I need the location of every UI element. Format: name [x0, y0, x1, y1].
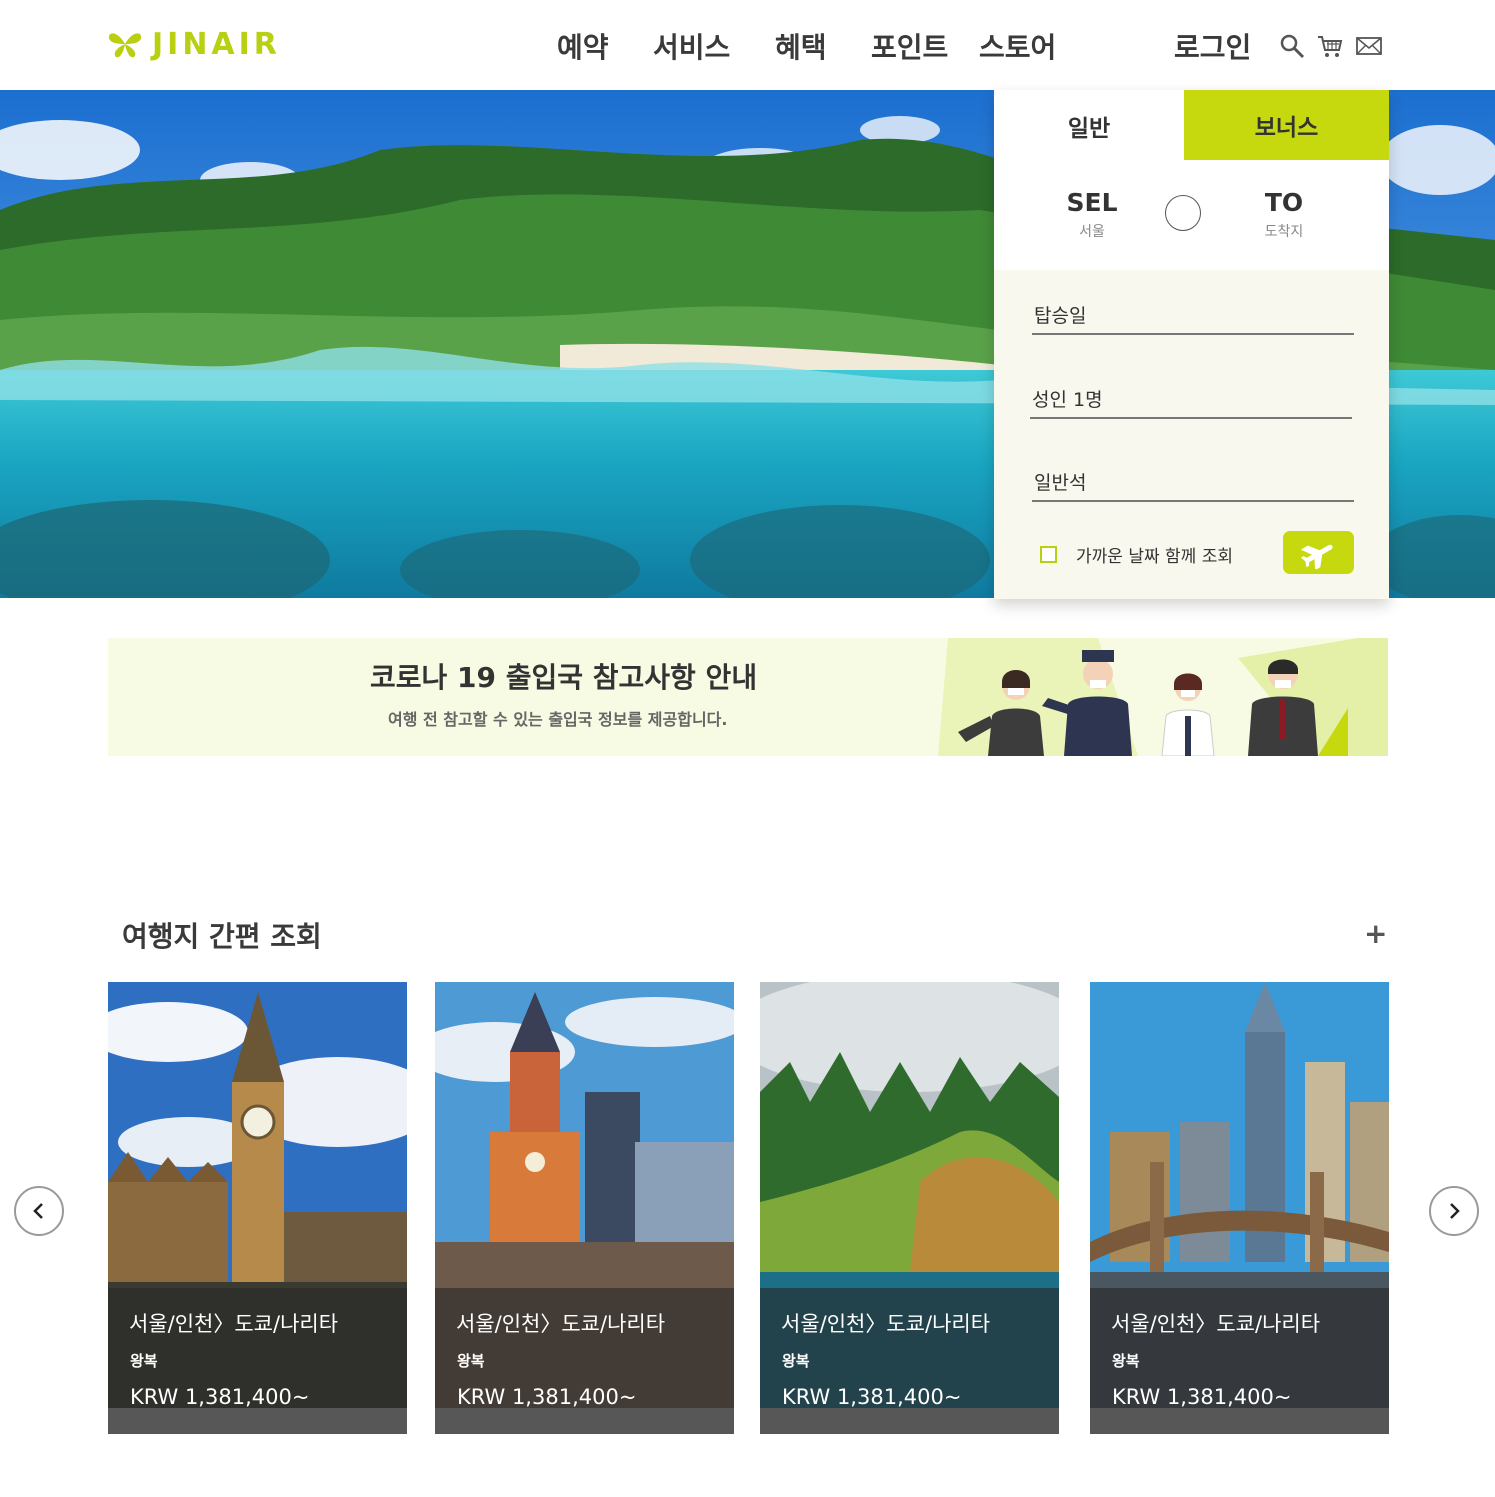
card-trip-type: 왕복: [130, 1352, 158, 1370]
carousel-next-button[interactable]: [1429, 1186, 1479, 1236]
tab-general[interactable]: 일반: [994, 90, 1184, 162]
carousel-prev-button[interactable]: [14, 1186, 64, 1236]
nav-item-points[interactable]: 포인트: [871, 26, 948, 66]
card-price: KRW 1,381,400~: [782, 1385, 962, 1409]
login-link[interactable]: 로그인: [1174, 26, 1251, 66]
route-selector: SEL 서울 TO 도착지: [994, 162, 1389, 270]
card-route: 서울/인천〉도쿄/나리타: [1111, 1312, 1321, 1336]
section-title-destinations: 여행지 간편 조회: [122, 920, 322, 953]
nearby-dates-label: 가까운 날짜 함께 조회: [1076, 547, 1233, 567]
swap-route-button[interactable]: [1165, 195, 1201, 231]
card-trip-type: 왕복: [1112, 1352, 1140, 1370]
card-route: 서울/인천〉도쿄/나리타: [129, 1312, 339, 1336]
banner-title: 코로나 19 출입국 참고사항 안내: [370, 661, 758, 694]
destination-city: 도착지: [1264, 224, 1304, 240]
card-bottom-bar: [760, 1408, 1059, 1434]
card-route: 서울/인천〉도쿄/나리타: [456, 1312, 666, 1336]
booking-panel: 일반 보너스 SEL 서울 TO 도착지 탑승일 성인 1명 일반석 가까운 날…: [994, 90, 1389, 599]
origin-city: 서울: [1079, 224, 1105, 240]
banner-subtitle: 여행 전 참고할 수 있는 출입국 정보를 제공합니다.: [388, 710, 728, 729]
destination-card[interactable]: 서울/인천〉도쿄/나리타 왕복 KRW 1,381,400~: [108, 982, 407, 1434]
card-route: 서울/인천〉도쿄/나리타: [781, 1312, 991, 1336]
chevron-left-icon: [33, 1203, 43, 1219]
passenger-field[interactable]: 성인 1명: [1030, 385, 1352, 419]
card-trip-type: 왕복: [782, 1352, 810, 1370]
card-trip-type: 왕복: [457, 1352, 485, 1370]
nearby-dates-checkbox[interactable]: [1040, 546, 1057, 563]
destination-card[interactable]: 서울/인천〉도쿄/나리타 왕복 KRW 1,381,400~: [760, 982, 1059, 1434]
card-price: KRW 1,381,400~: [130, 1385, 310, 1409]
brand-name: JINAIR: [152, 26, 281, 62]
nav-item-benefits[interactable]: 혜택: [775, 26, 827, 66]
site-header: JINAIR 예약 서비스 혜택 포인트 스토어 로그인: [0, 0, 1495, 90]
tab-bonus[interactable]: 보너스: [1184, 90, 1389, 160]
chevron-right-icon: [1450, 1203, 1460, 1219]
departure-date-field[interactable]: 탑승일: [1032, 301, 1354, 335]
nav-item-service[interactable]: 서비스: [653, 26, 730, 66]
card-price: KRW 1,381,400~: [457, 1385, 637, 1409]
nav-item-reservation[interactable]: 예약: [557, 26, 609, 66]
origin-code: SEL: [1066, 188, 1118, 217]
jinair-logo[interactable]: JINAIR: [106, 26, 281, 62]
airplane-icon: [1300, 544, 1333, 569]
more-destinations-button[interactable]: +: [1364, 918, 1387, 950]
crew-illustration: [938, 638, 1388, 756]
origin-airport[interactable]: SEL 서울: [1037, 188, 1147, 241]
mail-icon[interactable]: [1355, 32, 1383, 60]
booking-tabs: 일반 보너스: [994, 90, 1389, 162]
cart-icon[interactable]: [1316, 32, 1344, 60]
butterfly-icon: [108, 33, 142, 58]
covid-info-banner[interactable]: 코로나 19 출입국 참고사항 안내 여행 전 참고할 수 있는 출입국 정보를…: [108, 638, 1388, 756]
destination-code: TO: [1264, 188, 1304, 217]
destination-card[interactable]: 서울/인천〉도쿄/나리타 왕복 KRW 1,381,400~: [1090, 982, 1389, 1434]
cabin-class-field[interactable]: 일반석: [1032, 468, 1354, 502]
nav-item-store[interactable]: 스토어: [979, 26, 1056, 66]
card-bottom-bar: [435, 1408, 734, 1434]
search-icon[interactable]: [1278, 32, 1306, 60]
destination-card[interactable]: 서울/인천〉도쿄/나리타 왕복 KRW 1,381,400~: [435, 982, 734, 1434]
destination-airport[interactable]: TO 도착지: [1229, 188, 1339, 241]
card-bottom-bar: [1090, 1408, 1389, 1434]
card-bottom-bar: [108, 1408, 407, 1434]
card-price: KRW 1,381,400~: [1112, 1385, 1292, 1409]
flight-search-button[interactable]: [1283, 531, 1354, 574]
